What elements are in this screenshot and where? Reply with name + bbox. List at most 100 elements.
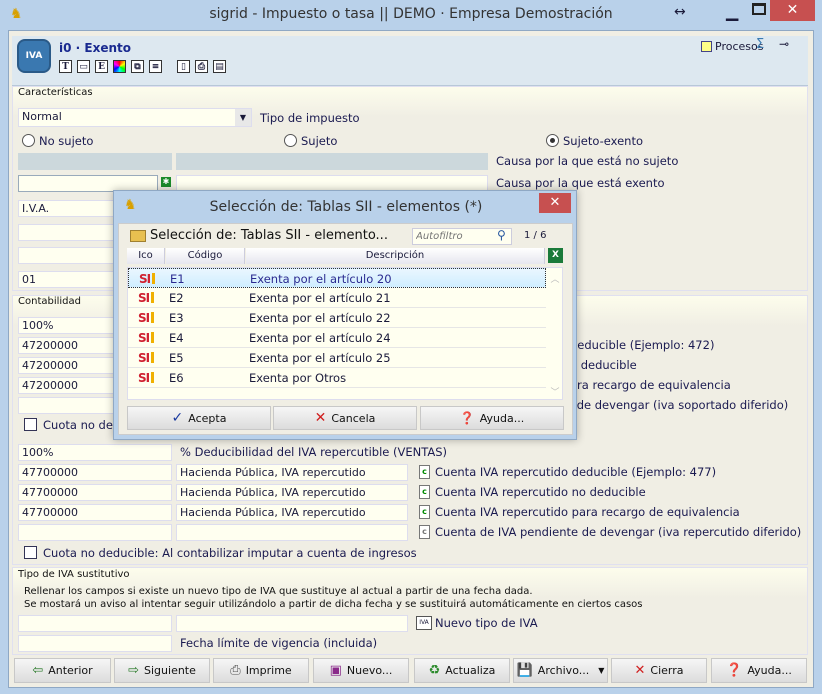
add-icon[interactable]: ✱ [161,177,171,187]
section-caracteristicas: Características [18,87,93,98]
cuota-soportado-label: Cuota no de [43,418,113,432]
repercutido-account-name [176,524,408,541]
close-x-icon: ✕ [634,663,646,678]
grid-row[interactable]: SI E5 Exenta por el artículo 25 [128,348,546,368]
tipo-impuesto-select[interactable]: Normal ▼ [18,108,252,127]
search-icon[interactable]: ⚲ [497,228,506,242]
repercutido-account-name: Hacienda Pública, IVA repercutido [176,484,408,501]
record-header: IVA i0 · Exento T ▭ E ⧉ ≡ ▯ ⎙ ▤ Procesos Σ ⊸ [12,36,808,86]
preview-icon[interactable]: ▯ [177,60,190,73]
row-desc: Exenta por Otros [249,371,347,385]
arrow-left-icon: ⇦ [32,663,44,678]
dialog-heading: Selección de: Tablas SII - elemento... [150,228,388,243]
record-title: i0 · Exento [59,41,131,55]
repercutido-account-label: Cuenta de IVA pendiente de devengar (iva… [435,525,802,539]
col-descripcion[interactable]: Descripción [246,248,545,264]
actualiza-button[interactable]: ♻ Actualiza [414,658,510,683]
print-icon[interactable]: ⎙ [195,60,208,73]
sii-icon: SI [138,311,155,325]
nuevo-button[interactable]: ▣ Nuevo... [313,658,409,683]
scrollbar[interactable]: ︿ ﹀ [547,268,563,399]
soportado-account-label: o deducible [570,358,637,372]
repercutido-account-label: Cuenta IVA repercutido para recargo de e… [435,505,740,519]
chevron-down-icon[interactable]: ▼ [598,666,604,675]
procesos-icon[interactable] [701,41,712,52]
pdf-icon[interactable]: ▤ [213,60,226,73]
sii-icon: SI [138,331,155,345]
row-desc: Exenta por el artículo 20 [250,272,392,286]
account-icon[interactable]: c [419,465,430,479]
archivo-button[interactable]: 💾 Archivo... ▼ [513,658,608,683]
soportado-account-label: e de devengar (iva soportado diferido) [566,398,789,412]
repercutido-account-field[interactable]: 47700000 [18,484,172,501]
tag-icon[interactable]: ⧉ [131,60,144,73]
radio-sujeto-exento[interactable]: Sujeto-exento [546,134,643,148]
text-T-icon[interactable]: T [59,60,72,73]
dialog-close-button[interactable]: ✕ [539,193,571,213]
cancel-button[interactable]: ✕ Cancela [273,406,417,430]
radio-no-sujeto[interactable]: No sujeto [22,134,93,148]
repercutido-account-field[interactable]: 47700000 [18,464,172,481]
sigma-icon[interactable]: Σ [756,37,764,52]
section-contabilidad: Contabilidad [18,296,81,307]
imprime-button[interactable]: ⎙ Imprime [213,658,309,683]
row-code: E5 [169,351,184,365]
account-icon[interactable]: c [419,485,430,499]
color-wheel-icon[interactable] [113,60,126,73]
account-icon[interactable]: c [419,505,430,519]
row-code: E6 [169,371,184,385]
help-icon: ❓ [726,663,743,678]
grid-row[interactable]: SI E3 Exenta por el artículo 22 [128,308,546,328]
col-codigo[interactable]: Código [166,248,245,264]
notice-icon[interactable]: ≡ [149,60,162,73]
soportado-account-label: ara recargo de equivalencia [570,378,731,392]
resize-icon[interactable]: ↔ [674,4,686,20]
fecha-limite-field[interactable] [18,635,172,652]
grid-row[interactable]: SI E6 Exenta por Otros [128,368,546,388]
E-icon[interactable]: E [95,60,108,73]
check-icon: ✓ [171,410,184,426]
maximize-button[interactable] [752,3,766,15]
help-button[interactable]: ❓ Ayuda... [420,406,564,430]
minimize-button[interactable]: ▁ [726,2,738,21]
close-button[interactable]: ✕ [770,0,815,21]
excel-export-icon[interactable]: X [548,248,563,263]
causa-no-sujeto-desc [176,153,488,170]
pct-repercutido-field[interactable]: 100% [18,444,172,461]
pin-icon[interactable]: ⊸ [779,37,789,51]
causa-no-sujeto-label: Causa por la que está no sujeto [496,154,679,168]
row-desc: Exenta por el artículo 21 [249,291,391,305]
new-iva-icon: ▣ [329,663,342,678]
grid-row[interactable]: SI E1 Exenta por el artículo 20 [128,268,546,288]
ayuda-button[interactable]: ❓ Ayuda... [711,658,807,683]
cuota-repercutido-checkbox[interactable] [24,546,37,559]
col-ico[interactable]: Ico [127,248,165,264]
grid-row[interactable]: SI E4 Exenta por el artículo 24 [128,328,546,348]
soportado-account-label: deducible (Ejemplo: 472) [570,338,715,352]
save-icon: 💾 [516,663,533,678]
radio-sujeto[interactable]: Sujeto [284,134,337,148]
grid-row[interactable]: SI E2 Exenta por el artículo 21 [128,288,546,308]
selection-grid: Ico Código Descripción X SI E1 Exenta por … [127,248,563,400]
chevron-down-icon[interactable]: ▼ [235,109,251,126]
row-code: E1 [170,272,185,286]
accept-button[interactable]: ✓ Acepta [127,406,271,430]
nuevo-tipo-code[interactable] [18,615,172,632]
anterior-button[interactable]: ⇦ Anterior [14,658,111,683]
row-desc: Exenta por el artículo 22 [249,311,391,325]
fecha-limite-label: Fecha límite de vigencia (incluida) [180,636,378,650]
comment-icon[interactable]: ▭ [77,60,90,73]
nuevo-tipo-label: Nuevo tipo de IVA [435,616,538,630]
cuota-soportado-checkbox[interactable] [24,418,37,431]
printer-icon: ⎙ [230,663,241,678]
title-bar: ♞ sigrid - Impuesto o tasa || DEMO · Emp… [0,0,822,30]
repercutido-account-field[interactable]: 47700000 [18,504,172,521]
repercutido-account-name: Hacienda Pública, IVA repercutido [176,504,408,521]
grid-body: SI E1 Exenta por el artículo 20 SI E2 Exenta … [127,267,563,400]
account-icon[interactable]: c [419,525,430,539]
cierra-button[interactable]: ✕ Cierra [611,658,707,683]
iva-icon[interactable]: IVA [416,616,432,630]
repercutido-account-field[interactable] [18,524,172,541]
tipo-value: Normal [22,110,62,123]
siguiente-button[interactable]: ⇨ Siguiente [114,658,210,683]
